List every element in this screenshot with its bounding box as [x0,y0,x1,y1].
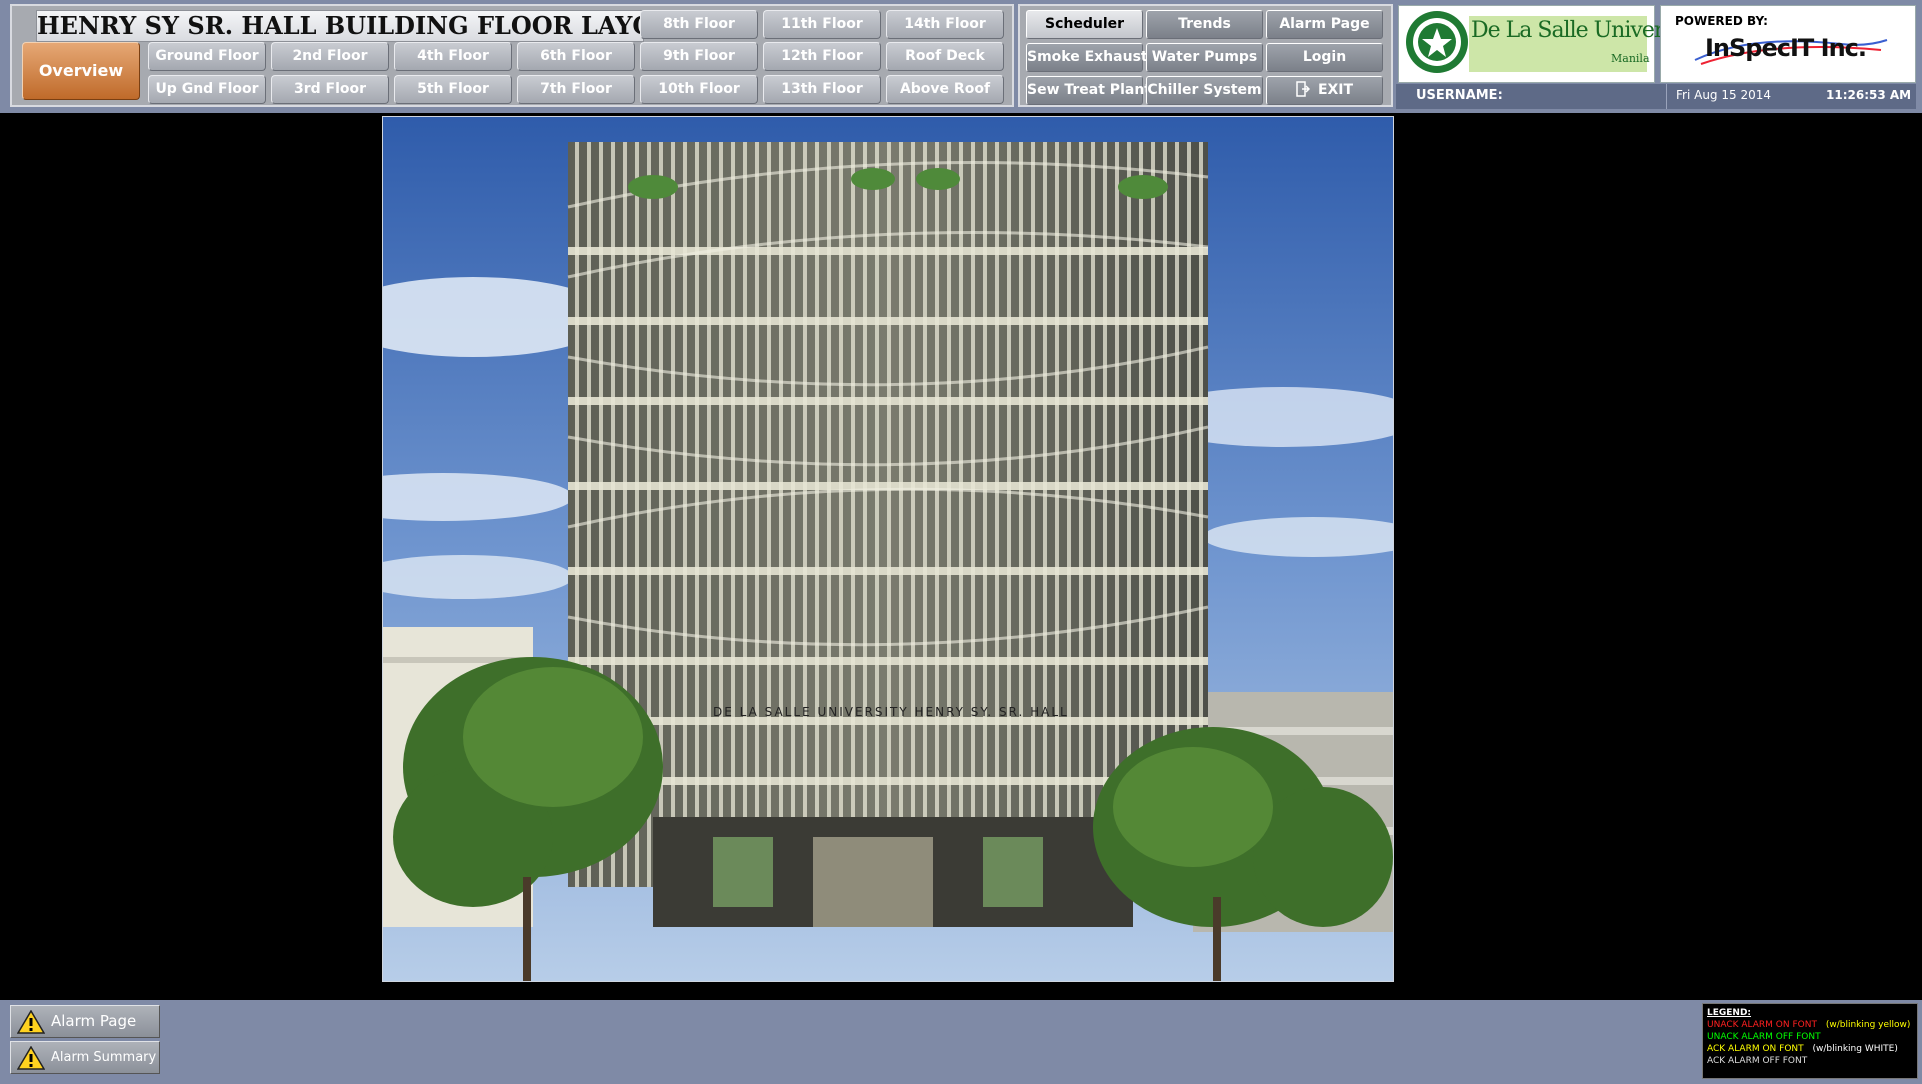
alarm-page-button[interactable]: Alarm Page [1266,10,1383,39]
alarm-page-footer-button[interactable]: Alarm Page [10,1005,160,1038]
warning-icon [17,1046,45,1070]
8th-floor-button[interactable]: 8th Floor [640,10,758,39]
legend-text: UNACK ALARM OFF FONT [1707,1032,1821,1042]
building-illustration [383,117,1393,981]
powered-by-label: POWERED BY: [1675,14,1768,28]
building-sign: DE LA SALLE UNIVERSITY HENRY SY. SR. HAL… [713,705,1069,719]
roof-deck-button[interactable]: Roof Deck [886,42,1004,71]
up-gnd-floor-button[interactable]: Up Gnd Floor [148,75,266,104]
login-button[interactable]: Login [1266,43,1383,72]
legend-item: UNACK ALARM OFF FONT [1707,1031,1913,1043]
2nd-floor-button[interactable]: 2nd Floor [271,42,389,71]
system-navigation-panel: Scheduler Trends Alarm Page Smoke Exhaus… [1018,4,1393,107]
ground-floor-button[interactable]: Ground Floor [148,42,266,71]
6th-floor-button[interactable]: 6th Floor [517,42,635,71]
exit-label: EXIT [1317,82,1354,98]
10th-floor-button[interactable]: 10th Floor [640,75,758,104]
building-overview-image: DE LA SALLE UNIVERSITY HENRY SY. SR. HAL… [382,116,1394,982]
current-date: Fri Aug 15 2014 [1676,88,1771,102]
trends-button[interactable]: Trends [1146,10,1263,39]
company-name: InSpecIT Inc. [1705,34,1867,62]
alarm-page-footer-label: Alarm Page [51,1012,137,1030]
university-logo: De La Salle University Manila [1398,5,1700,83]
legend-text: ACK ALARM OFF FONT [1707,1056,1808,1066]
sew-treat-plant-button[interactable]: Sew Treat Plant [1026,76,1151,105]
legend-item: ACK ALARM ON FONT (w/blinking WHITE) [1707,1043,1913,1055]
chiller-system-button[interactable]: Chiller System [1146,76,1263,105]
alarm-legend: LEGEND: UNACK ALARM ON FONT (w/blinking … [1702,1003,1918,1079]
alarm-summary-label: Alarm Summary [51,1050,157,1065]
university-name: De La Salle University [1471,18,1700,43]
legend-note: (w/blinking yellow) [1825,1020,1911,1030]
page-title: HENRY SY SR. HALL BUILDING FLOOR LAYOUT [36,10,693,42]
scheduler-button[interactable]: Scheduler [1026,10,1143,39]
3rd-floor-button[interactable]: 3rd Floor [271,75,389,104]
university-location: Manila [1611,52,1650,65]
12th-floor-button[interactable]: 12th Floor [763,42,881,71]
5th-floor-button[interactable]: 5th Floor [394,75,512,104]
above-roof-button[interactable]: Above Roof [886,75,1004,104]
vendor-logo: POWERED BY: InSpecIT Inc. [1660,5,1916,83]
status-divider [1666,84,1667,109]
9th-floor-button[interactable]: 9th Floor [640,42,758,71]
legend-note: (w/blinking WHITE) [1812,1044,1898,1054]
water-pumps-button[interactable]: Water Pumps [1146,43,1263,72]
4th-floor-button[interactable]: 4th Floor [394,42,512,71]
bottom-bar: Alarm Page Alarm Summary [0,1000,1922,1084]
legend-text: ACK ALARM ON FONT [1707,1044,1804,1054]
11th-floor-button[interactable]: 11th Floor [763,10,881,39]
13th-floor-button[interactable]: 13th Floor [763,75,881,104]
alarm-summary-button[interactable]: Alarm Summary [10,1041,160,1074]
legend-item: ACK ALARM OFF FONT [1707,1055,1913,1067]
current-time: 11:26:53 AM [1826,88,1912,102]
warning-icon [17,1010,45,1034]
legend-title: LEGEND: [1707,1008,1752,1018]
7th-floor-button[interactable]: 7th Floor [517,75,635,104]
exit-door-icon [1296,81,1310,97]
legend-item: UNACK ALARM ON FONT (w/blinking yellow) [1707,1019,1913,1031]
14th-floor-button[interactable]: 14th Floor [886,10,1004,39]
username-label: USERNAME: [1416,88,1503,103]
overview-button[interactable]: Overview [22,42,140,100]
smoke-exhaust-button[interactable]: Smoke Exhaust [1026,43,1148,72]
exit-button[interactable]: EXIT [1266,76,1383,105]
status-bar: USERNAME: Fri Aug 15 2014 11:26:53 AM [1396,84,1916,109]
floor-navigation-panel: HENRY SY SR. HALL BUILDING FLOOR LAYOUT … [10,4,1014,107]
legend-text: UNACK ALARM ON FONT [1707,1020,1817,1030]
top-bar: HENRY SY SR. HALL BUILDING FLOOR LAYOUT … [0,0,1922,113]
